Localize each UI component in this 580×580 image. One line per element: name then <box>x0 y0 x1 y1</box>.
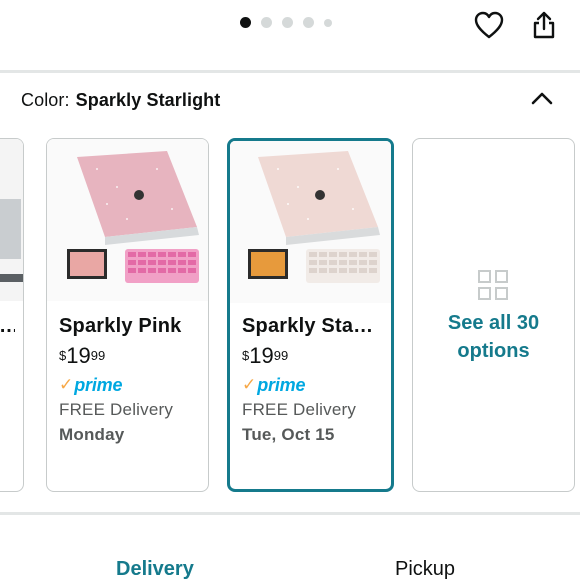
option-name: Sparkly Pink <box>59 315 182 337</box>
price-fraction: 99 <box>90 348 106 363</box>
chevron-up-icon[interactable] <box>526 84 558 112</box>
color-option-card-sparkly-starlight[interactable]: Sparkly Sta… $19 99 ✓ prime FREE Delivery … <box>227 138 394 492</box>
delivery-text: FREE Delivery <box>242 400 357 419</box>
section-divider <box>0 70 580 73</box>
section-divider <box>0 512 580 515</box>
image-carousel-dots[interactable] <box>240 17 332 28</box>
see-all-line2: options <box>457 340 530 362</box>
grid-icon <box>477 269 509 306</box>
delivery-date: Tue, Oct 15 <box>242 425 335 444</box>
color-option-card-sparkly-pink[interactable]: Sparkly Pink $19 99 ✓ prime FREE Delivery … <box>46 138 209 492</box>
price-whole: 19 <box>66 343 91 368</box>
price-whole: 19 <box>249 343 274 368</box>
price-symbol: $ <box>242 348 250 363</box>
share-icon[interactable] <box>527 8 561 42</box>
see-all-options-card[interactable]: See all 30 options <box>412 138 575 492</box>
product-image <box>0 139 23 301</box>
carousel-dot[interactable] <box>324 18 332 27</box>
price-fraction: 99 <box>273 348 289 363</box>
prime-logo-text: prime <box>257 374 306 395</box>
option-price: $19 99 <box>59 344 200 368</box>
tab-delivery[interactable]: Delivery <box>116 558 194 580</box>
product-image-sparkly-pink <box>47 139 208 301</box>
carousel-dot-active[interactable] <box>240 17 251 28</box>
option-price: $19 99 <box>242 344 383 368</box>
tab-pickup[interactable]: Pickup <box>395 558 455 580</box>
heart-icon[interactable] <box>472 8 506 42</box>
carousel-dot[interactable] <box>261 17 272 28</box>
color-selector-header: Color: Sparkly Starlight <box>21 90 220 111</box>
delivery-text: FREE Delivery <box>59 400 174 419</box>
selected-color-value: Sparkly Starlight <box>75 90 221 110</box>
option-name: … <box>0 315 15 338</box>
prime-check-icon: ✓ <box>242 375 257 394</box>
option-name: Sparkly Sta… <box>242 315 374 337</box>
color-option-card-partial[interactable]: … <box>0 138 24 492</box>
prime-check-icon: ✓ <box>59 375 74 394</box>
color-label: Color: <box>21 90 70 110</box>
delivery-date: Monday <box>59 425 125 444</box>
product-image-sparkly-starlight <box>230 141 391 303</box>
carousel-dot[interactable] <box>282 17 293 28</box>
prime-badge: ✓ prime <box>59 374 200 396</box>
see-all-options-link[interactable]: See all 30 options <box>413 309 574 365</box>
prime-badge: ✓ prime <box>242 374 383 396</box>
price-symbol: $ <box>59 348 67 363</box>
carousel-dot[interactable] <box>303 17 314 28</box>
prime-logo-text: prime <box>74 374 123 395</box>
see-all-line1: See all 30 <box>447 312 540 334</box>
